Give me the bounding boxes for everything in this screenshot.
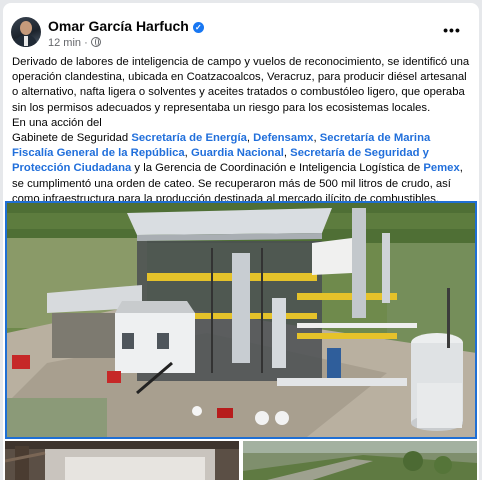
intro-text: En una acción del — [12, 116, 102, 129]
mid-text: y la Gerencia de Coordinación e Intelige… — [134, 162, 421, 175]
post-header: Omar García Harfuch ✓ 12 min · ••• — [11, 17, 471, 51]
thumbnail-1-image — [5, 441, 239, 480]
post-text: Derivado de labores de inteligencia de c… — [12, 55, 470, 207]
post-meta: 12 min · — [48, 37, 101, 49]
link-guardia[interactable]: Guardia Nacional — [191, 147, 284, 159]
post-photo-grid — [5, 441, 477, 480]
post-paragraph-1: Derivado de labores de inteligencia de c… — [12, 56, 470, 114]
avatar-shirt — [24, 36, 28, 46]
author-name-text[interactable]: Omar García Harfuch — [48, 18, 189, 34]
meta-separator: · — [84, 37, 88, 49]
post-photo-refinery[interactable] — [5, 201, 477, 439]
post-time[interactable]: 12 min — [48, 37, 81, 49]
post-photo-thumbnail-2[interactable] — [243, 441, 477, 480]
link-marina[interactable]: Secretaría de Marina — [320, 132, 431, 144]
link-energia[interactable]: Secretaría de Energía — [131, 132, 247, 144]
comma: , — [283, 147, 288, 160]
link-defensa[interactable]: Defensamx — [253, 132, 313, 144]
verified-badge-icon: ✓ — [192, 22, 204, 33]
comma: , — [313, 132, 317, 145]
globe-icon[interactable] — [90, 37, 101, 47]
comma: , — [184, 147, 188, 160]
more-options-icon[interactable]: ••• — [439, 21, 465, 43]
link-pemex[interactable]: Pemex — [423, 162, 459, 174]
gabinete-text: Gabinete de Seguridad — [12, 132, 129, 145]
author-avatar[interactable] — [11, 17, 41, 47]
post-paragraph-2: En una acción del Gabinete de Seguridad … — [12, 116, 470, 207]
comma: , — [246, 132, 251, 145]
thumbnail-2-image — [243, 441, 477, 480]
author-name[interactable]: Omar García Harfuch ✓ — [48, 18, 204, 34]
post-card: Omar García Harfuch ✓ 12 min · ••• Deriva… — [3, 3, 479, 480]
post-photo-thumbnail-1[interactable] — [5, 441, 239, 480]
avatar-face — [20, 21, 32, 35]
link-fiscalia[interactable]: Fiscalía General de la República — [12, 147, 185, 159]
refinery-photo-image — [7, 203, 475, 437]
